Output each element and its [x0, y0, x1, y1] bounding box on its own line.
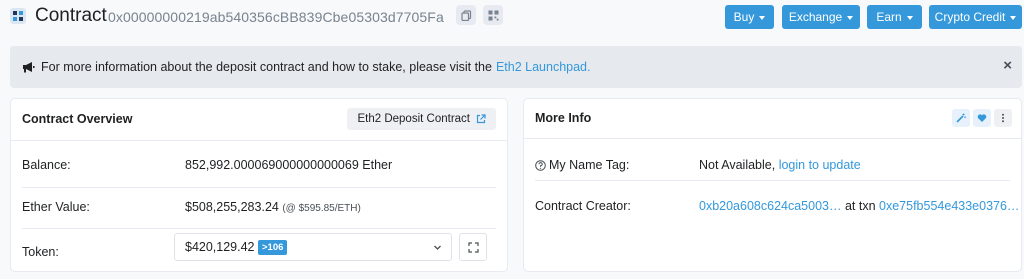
- favorite-button[interactable]: [973, 109, 991, 127]
- crypto-credit-label: Crypto Credit: [934, 10, 1006, 24]
- chevron-down-icon: [1010, 15, 1017, 20]
- divider: [22, 228, 496, 229]
- card-title: Contract Overview: [22, 112, 133, 126]
- contract-address[interactable]: 0x00000000219ab540356cBB839Cbe05303d7705…: [108, 8, 444, 26]
- magic-wand-icon: [956, 113, 966, 123]
- expand-icon: [467, 241, 479, 253]
- contract-logo-icon: [10, 8, 26, 24]
- alert-text: For more information about the deposit c…: [41, 60, 492, 74]
- expand-token-button[interactable]: [459, 233, 487, 261]
- exchange-button[interactable]: Exchange: [782, 5, 860, 29]
- ether-usd-value: $508,255,283.24: [185, 200, 279, 214]
- card-title: More Info: [535, 111, 592, 125]
- token-dropdown[interactable]: $420,129.42 >106: [174, 233, 452, 261]
- buy-label: Buy: [733, 10, 755, 24]
- staking-info-alert: For more information about the deposit c…: [10, 46, 1022, 88]
- eth2-deposit-contract-tag[interactable]: Eth2 Deposit Contract: [347, 108, 496, 130]
- name-tag-label-wrap: My Name Tag:: [535, 158, 629, 172]
- divider: [535, 180, 1010, 181]
- close-icon[interactable]: ×: [1003, 57, 1012, 74]
- qr-code-button[interactable]: [483, 5, 503, 25]
- name-tag-row: My Name Tag: Not Available, login to upd…: [535, 144, 1010, 189]
- earn-label: Earn: [876, 10, 902, 24]
- token-label: Token:: [22, 245, 59, 259]
- heart-icon: [977, 114, 987, 122]
- qr-code-icon: [488, 10, 498, 20]
- contract-creator-row: Contract Creator: 0xb20a608c624ca5003… a…: [535, 185, 1019, 230]
- card-header: Contract Overview Eth2 Deposit Contract: [11, 99, 507, 141]
- buy-button[interactable]: Buy: [725, 5, 774, 29]
- token-value: $420,129.42: [185, 240, 255, 254]
- more-vertical-icon: [1002, 113, 1004, 123]
- copy-icon: [460, 9, 471, 21]
- contract-creator-value: 0xb20a608c624ca5003… at txn 0xe75fb554e4…: [699, 199, 1019, 213]
- more-options-button[interactable]: [994, 109, 1012, 127]
- megaphone-icon: [23, 62, 35, 73]
- chevron-down-icon: [434, 245, 441, 250]
- name-tag-value-wrap: Not Available, login to update: [699, 158, 861, 172]
- token-count-badge: >106: [258, 240, 288, 255]
- name-tag-value: Not Available,: [699, 158, 776, 172]
- chevron-down-icon: [906, 15, 913, 20]
- ether-price: (@ $595.85/ETH): [282, 203, 361, 214]
- more-info-card: More Info My Name Tag: Not Available, lo…: [523, 98, 1022, 272]
- at-txn-text: at txn: [844, 199, 876, 213]
- crypto-credit-button[interactable]: Crypto Credit: [929, 5, 1022, 29]
- name-tag-label: My Name Tag:: [549, 158, 630, 172]
- contract-overview-card: Contract Overview Eth2 Deposit Contract …: [10, 98, 508, 272]
- exchange-label: Exchange: [788, 10, 843, 24]
- balance-value: 852,992.000069000000000069 Ether: [185, 158, 393, 172]
- chevron-down-icon: [759, 15, 766, 20]
- ether-value-row: Ether Value: $508,255,283.24 (@ $595.85/…: [22, 186, 496, 231]
- eth2-launchpad-link[interactable]: Eth2 Launchpad.: [496, 60, 591, 74]
- external-link-icon: [476, 114, 486, 124]
- page-title: Contract: [35, 5, 107, 26]
- chevron-down-icon: [847, 15, 854, 20]
- login-to-update-link[interactable]: login to update: [779, 158, 861, 172]
- tag-label: Eth2 Deposit Contract: [357, 113, 470, 125]
- edit-tag-button[interactable]: [952, 109, 970, 127]
- ether-value-label: Ether Value:: [22, 200, 90, 214]
- question-circle-icon[interactable]: [535, 159, 546, 171]
- copy-address-button[interactable]: [456, 5, 476, 25]
- page-header: Contract 0x00000000219ab540356cBB839Cbe0…: [0, 0, 1024, 36]
- creator-txn-link[interactable]: 0xe75fb554e433e0376…: [879, 199, 1019, 213]
- earn-button[interactable]: Earn: [867, 5, 922, 29]
- creator-address-link[interactable]: 0xb20a608c624ca5003…: [699, 199, 841, 213]
- ether-value: $508,255,283.24 (@ $595.85/ETH): [185, 200, 361, 214]
- card-header: More Info: [524, 99, 1021, 139]
- balance-row: Balance: 852,992.000069000000000069 Ethe…: [22, 144, 496, 189]
- contract-creator-label: Contract Creator:: [535, 199, 631, 213]
- balance-label: Balance:: [22, 158, 71, 172]
